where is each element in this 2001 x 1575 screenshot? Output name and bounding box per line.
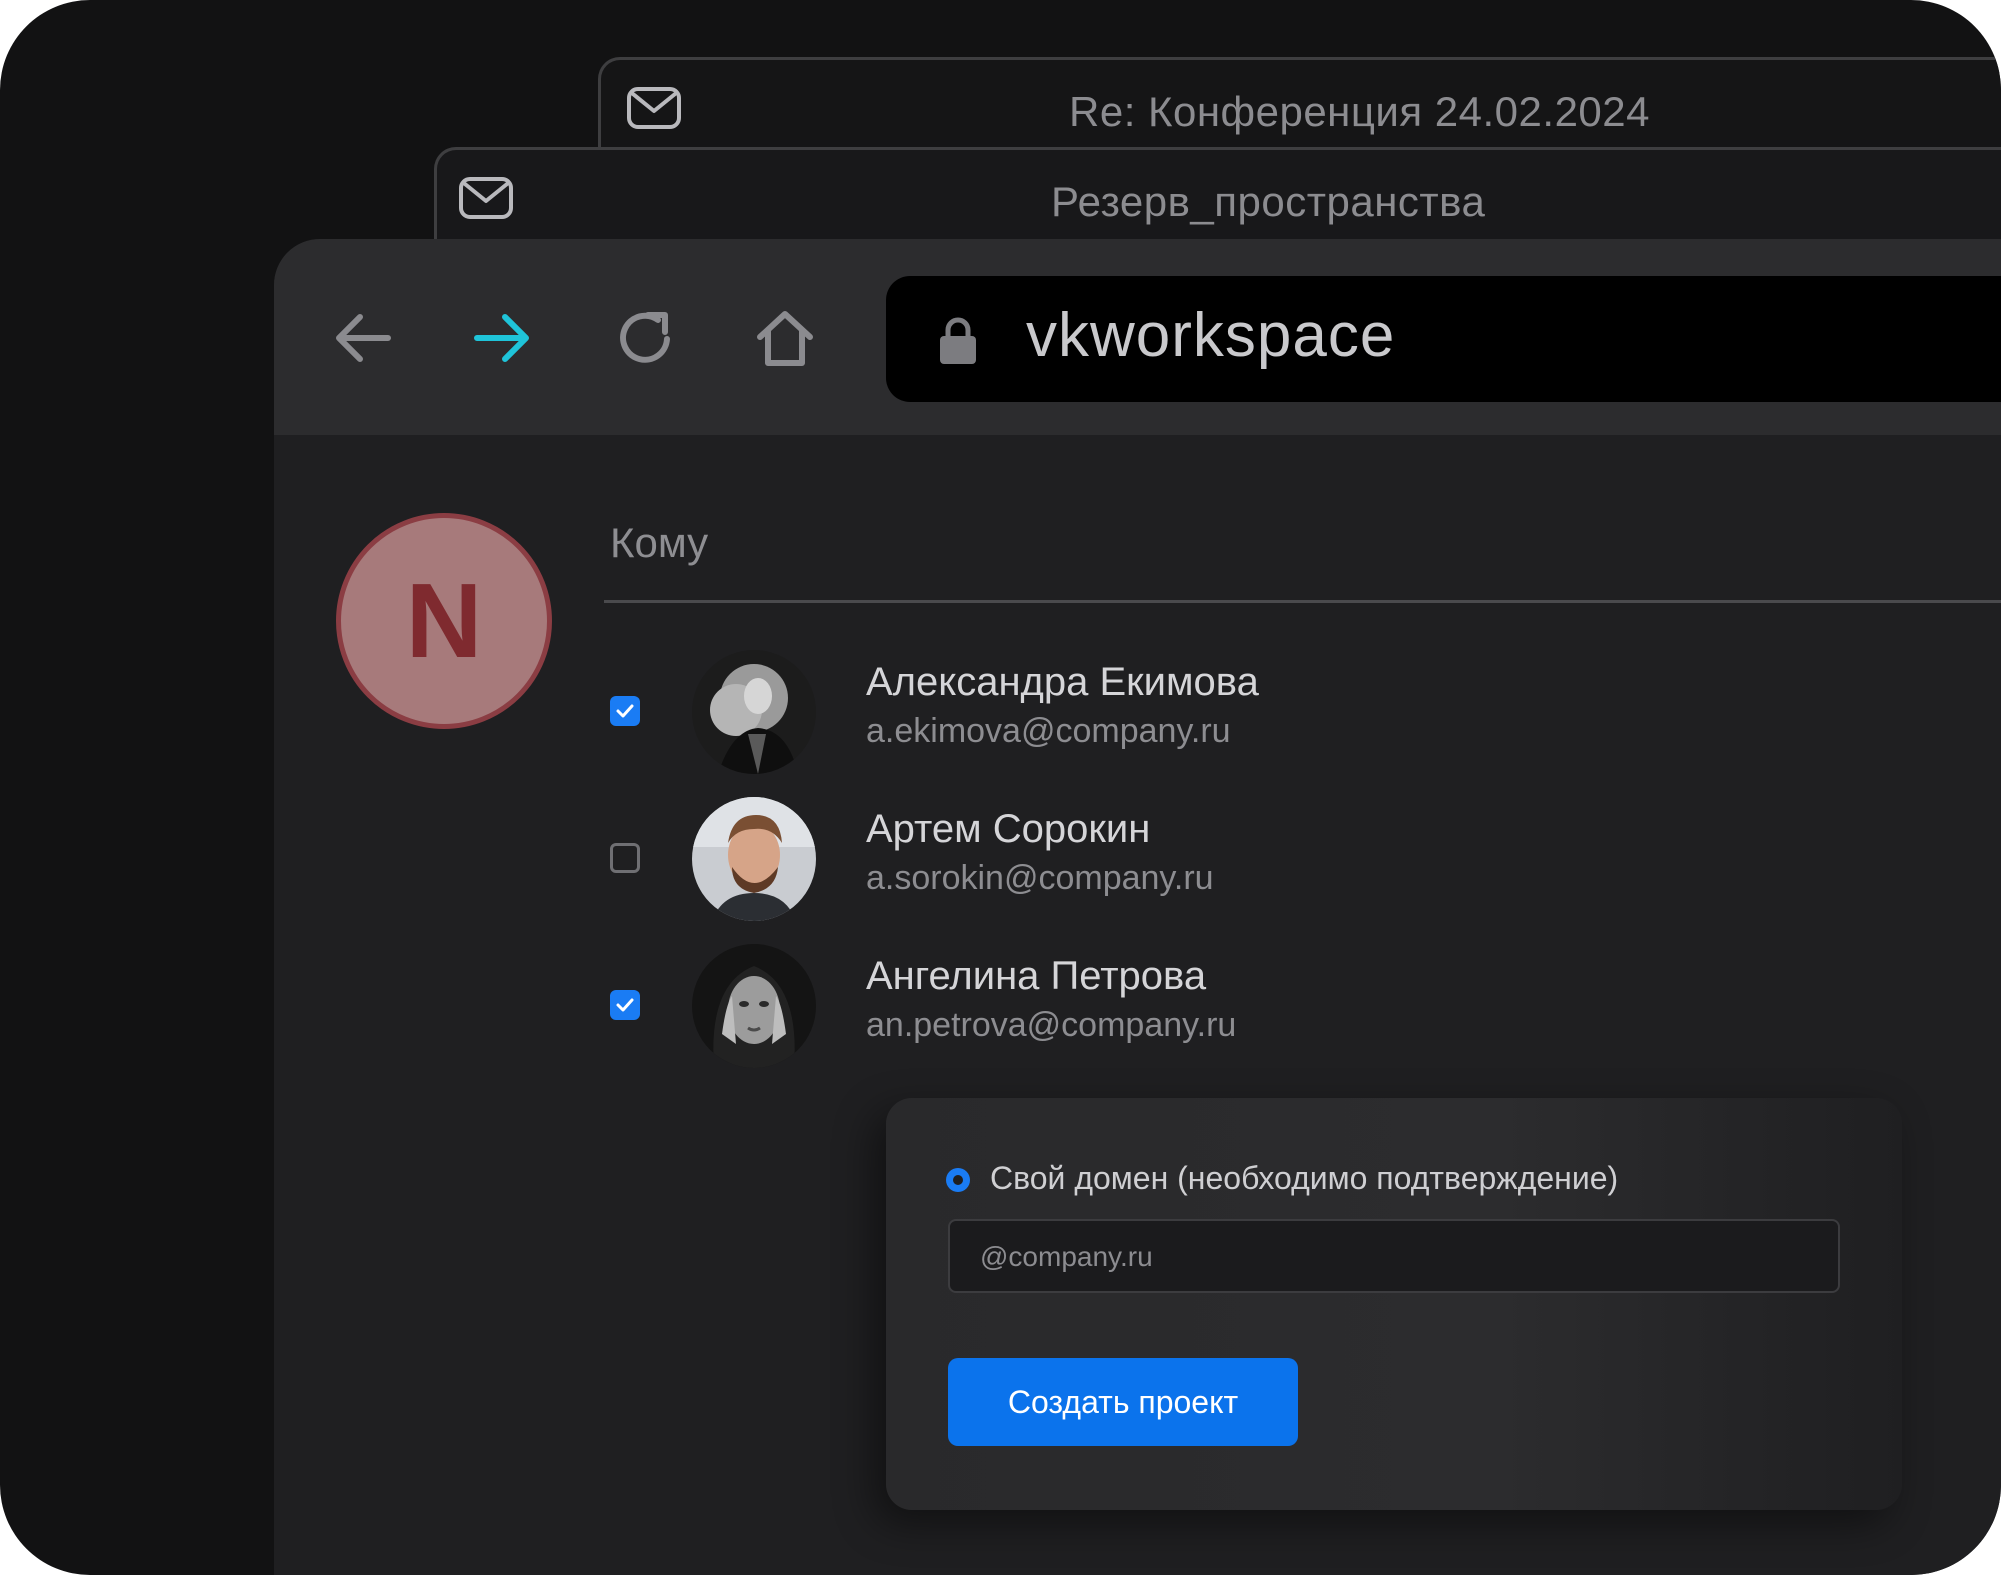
mail-icon: [459, 177, 513, 219]
home-icon: [757, 311, 813, 366]
recipient-avatar: [692, 944, 816, 1068]
recipient-name: Александра Екимова: [866, 660, 1259, 704]
app-frame: Re: Конференция 24.02.2024 Резерв_простр…: [0, 0, 2001, 1575]
custom-domain-radio[interactable]: [946, 1168, 970, 1192]
recipient-checkbox[interactable]: [610, 696, 640, 726]
recipient-row[interactable]: Александра Екимова a.ekimova@company.ru: [610, 650, 1810, 774]
to-field-label[interactable]: Кому: [610, 519, 708, 567]
sender-avatar[interactable]: N: [336, 513, 552, 729]
recipient-avatar: [692, 650, 816, 774]
recipient-row[interactable]: Ангелина Петрова an.petrova@company.ru: [610, 944, 1810, 1068]
window-title: Re: Конференция 24.02.2024: [1069, 88, 1651, 135]
home-button[interactable]: [750, 303, 820, 373]
url-text: vkworkspace: [1026, 301, 1396, 370]
custom-domain-label[interactable]: Свой домен (необходимо подтверждение): [990, 1160, 1618, 1197]
recipient-checkbox[interactable]: [610, 843, 640, 873]
arrow-right-icon: [474, 314, 529, 362]
recipient-name: Ангелина Петрова: [866, 954, 1207, 998]
arrow-left-icon: [336, 314, 391, 362]
domain-input-value: @company.ru: [980, 1241, 1153, 1272]
lock-icon: [940, 317, 976, 364]
mail-icon: [627, 87, 681, 129]
domain-input[interactable]: @company.ru: [948, 1219, 1840, 1293]
reload-icon: [620, 312, 670, 363]
to-field-underline: [604, 600, 2001, 603]
back-button[interactable]: [328, 303, 398, 373]
domain-settings-card: Свой домен (необходимо подтверждение) @c…: [886, 1098, 1902, 1510]
address-bar[interactable]: vkworkspace: [886, 276, 2001, 402]
recipient-row[interactable]: Артем Сорокин a.sorokin@company.ru: [610, 797, 1810, 921]
window-title: Резерв_пространства: [1051, 178, 1486, 225]
recipient-email: a.sorokin@company.ru: [866, 859, 1214, 897]
recipient-checkbox[interactable]: [610, 990, 640, 1020]
checkmark-icon: [616, 704, 634, 718]
create-project-button[interactable]: Создать проект: [948, 1358, 1298, 1446]
browser-toolbar: vkworkspace: [274, 239, 2001, 435]
checkmark-icon: [616, 998, 634, 1012]
recipient-name: Артем Сорокин: [866, 807, 1151, 851]
recipient-email: a.ekimova@company.ru: [866, 712, 1231, 750]
recipient-avatar: [692, 797, 816, 921]
reload-button[interactable]: [610, 303, 680, 373]
browser-window: vkworkspace N Кому Александра Екимова a.…: [274, 239, 2001, 1575]
radio-dot: [953, 1175, 963, 1185]
forward-button[interactable]: [467, 303, 537, 373]
recipient-email: an.petrova@company.ru: [866, 1006, 1237, 1044]
